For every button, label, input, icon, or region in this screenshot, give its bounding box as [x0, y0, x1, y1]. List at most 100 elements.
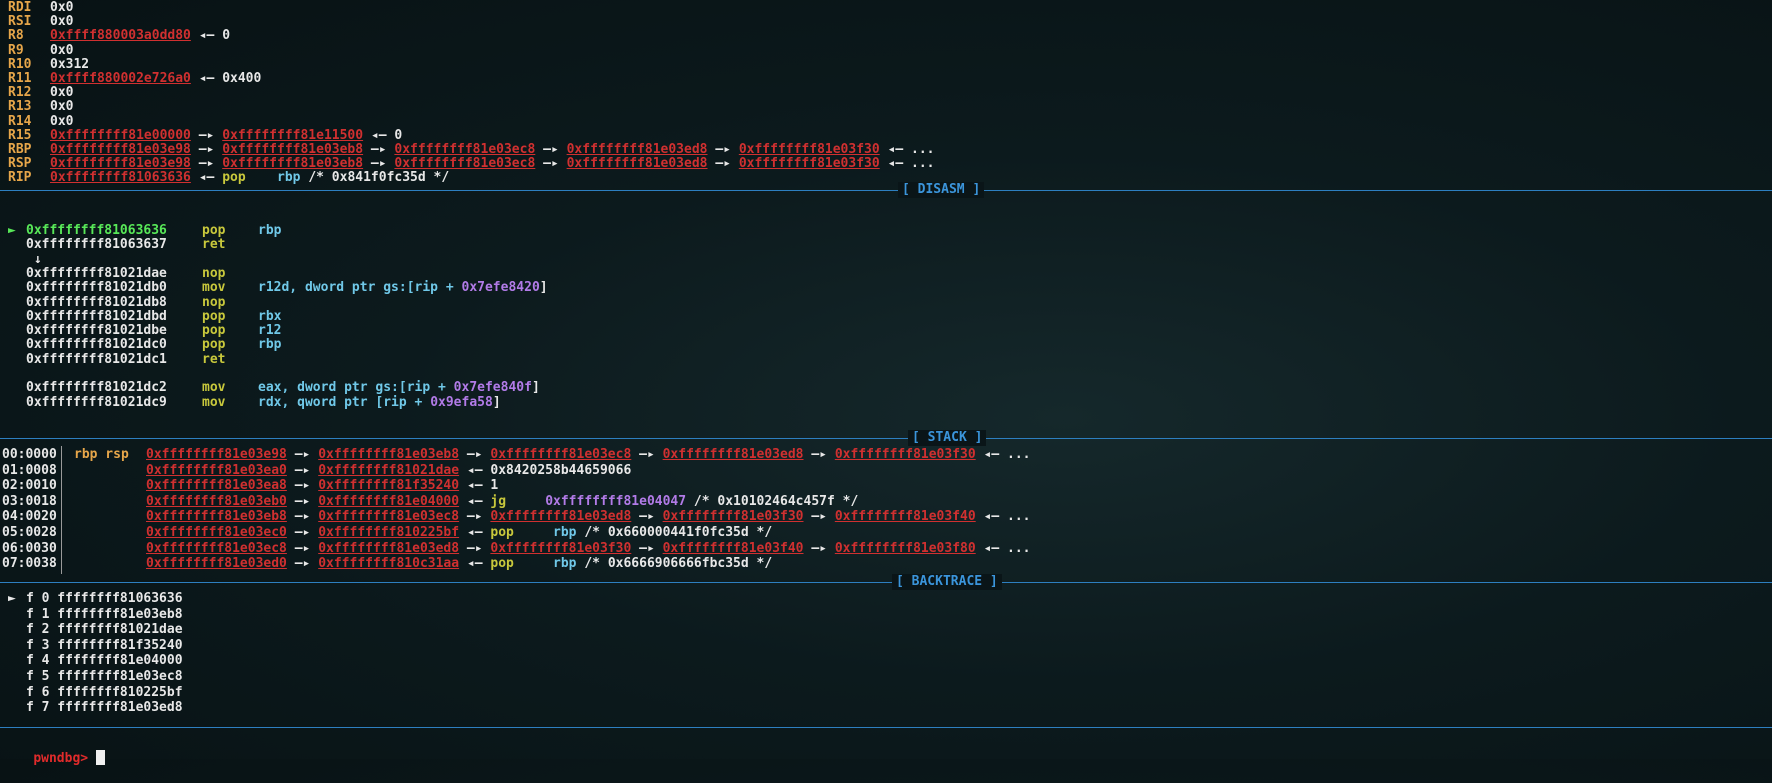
pointer-link[interactable]: 0xffffffff81e03f40	[835, 509, 976, 524]
pointer-link[interactable]: 0xffffffff81e03ea8	[146, 478, 287, 493]
frame-text: f 7 ffffffff81e03ed8	[26, 700, 183, 716]
stack-offset: 06:0030	[2, 540, 57, 556]
pointer-link[interactable]: 0xffffffff81e03ed8	[567, 156, 708, 171]
register-text: 0x0	[50, 85, 74, 101]
pointer-link[interactable]: 0xffffffff81e03f30	[739, 156, 880, 171]
pointer-link[interactable]: 0xffffffff81e03ec8	[490, 447, 631, 462]
frame-text: f 4 ffffffff81e04000	[26, 653, 183, 669]
stack-value-chain: 0xffffffff81e03eb8 —▸ 0xffffffff81e03ec8…	[146, 509, 1031, 525]
stack-offset: 05:0028	[2, 525, 57, 540]
pointer-link[interactable]: 0xffffffff81e03eb8	[146, 509, 287, 524]
operand-bracket: ]	[531, 380, 540, 396]
deref-arrow: —▸	[707, 156, 739, 172]
register-text: 0x0	[50, 42, 74, 58]
pointer-link[interactable]: 0xffffffff81e03ec8	[318, 509, 459, 524]
pointer-link[interactable]: 0xffffffff81e03f30	[490, 541, 631, 556]
pointer-link[interactable]: 0xffffffff81e03f30	[835, 447, 976, 462]
command-line[interactable]: pwndbg>	[2, 734, 105, 766]
pointer-link[interactable]: 0xffffffff81f35240	[318, 478, 459, 493]
deref-arrow: —▸	[459, 509, 491, 525]
deref-tail: ◂— 1	[459, 478, 499, 494]
pointer-link[interactable]: 0xffffffff81e03ec8	[394, 142, 535, 157]
pointer-link[interactable]: 0xffffffff81e03ec8	[394, 156, 535, 171]
deref-arrow: —▸	[286, 540, 319, 556]
pointer-link[interactable]: 0xffffffff81e03ed8	[663, 447, 804, 462]
instruction-operands: rbp	[258, 223, 281, 239]
deref-arrow: —▸	[803, 540, 835, 556]
deref-arrow: —▸	[286, 556, 319, 572]
instruction-address: 0xffffffff81021dc9	[26, 394, 167, 410]
pointer-link[interactable]: 0xffffffff81e03ed0	[146, 556, 287, 571]
instruction-mnemonic: mov	[202, 394, 226, 410]
register-text: 0x0	[50, 14, 74, 30]
pointer-link[interactable]: 0xffffffff81e03f80	[835, 541, 976, 556]
stack-value-chain: 0xffffffff81e03eb0 —▸ 0xffffffff81e04000…	[146, 493, 859, 509]
stack-value-chain: 0xffffffff81e03e98 —▸ 0xffffffff81e03eb8…	[146, 447, 1031, 463]
pointer-link[interactable]: 0xffffffff81e03f40	[663, 541, 804, 556]
deref-arrow: —▸	[190, 156, 223, 172]
register-name: RIP	[8, 170, 32, 186]
pointer-link[interactable]: 0xffffffff81e03ec0	[146, 525, 287, 540]
pointer-link[interactable]: 0xffffffff81e11500	[222, 128, 363, 143]
pointer-link[interactable]: 0xffffffff81e03eb8	[318, 447, 459, 462]
deref-arrow: —▸	[286, 525, 319, 540]
instruction-operand: rbp	[258, 223, 282, 238]
pointer-link[interactable]: 0xffffffff81e04000	[318, 494, 459, 509]
instruction-mnemonic: ret	[202, 237, 226, 253]
instruction-comment: /* 0x660000441f0fc35d */	[576, 525, 773, 540]
deref-arrow: —▸	[286, 447, 319, 462]
deref-arrow: —▸	[190, 127, 223, 143]
stack-offset-divider	[61, 446, 62, 574]
terminal-window[interactable]: RDI 0x0 RSI 0x0 R8 0xffff880003a0dd80 ◂— 0 R9 0…	[0, 0, 1772, 766]
instruction-operand: r12d, dword ptr gs:[rip +	[258, 280, 462, 296]
pointer-link[interactable]: 0xffffffff81e03eb8	[222, 142, 363, 157]
text-cursor[interactable]	[95, 750, 105, 765]
pointer-link[interactable]: 0xffffffff81e03f30	[663, 509, 804, 524]
pointer-link[interactable]: 0xffffffff81e03ea0	[146, 463, 287, 478]
pointer-link[interactable]: 0xffffffff81e03e98	[50, 142, 191, 157]
instruction-mnemonic: pop	[490, 525, 514, 540]
instruction-mnemonic: jg	[490, 493, 507, 509]
instruction-comment: /* 0x10102464c457f */	[686, 493, 859, 509]
pointer-link[interactable]: 0xffffffff81021dae	[318, 463, 459, 478]
pointer-link[interactable]: 0xffffffff81e03ed8	[567, 142, 708, 157]
pointer-link[interactable]: 0xffffffff810225bf	[318, 525, 459, 540]
register-text: 0x0	[50, 0, 74, 15]
stack-value-chain: 0xffffffff81e03ea8 —▸ 0xffffffff81f35240…	[146, 478, 498, 494]
deref-arrow: —▸	[631, 447, 663, 462]
instruction-operand: rbp	[553, 525, 577, 540]
register-value: 0xffff880002e726a0 ◂— 0x400	[50, 71, 261, 87]
deref-arrow: —▸	[286, 462, 319, 478]
pointer-link[interactable]: 0xffff880003a0dd80	[50, 28, 191, 43]
instruction-operand: rbp	[258, 337, 282, 353]
instruction-offset: 0x7efe840f	[453, 380, 532, 396]
pointer-link[interactable]: 0xffffffff81e03f30	[739, 142, 880, 157]
pointer-link[interactable]: 0xffffffff810c31aa	[318, 556, 459, 571]
pointer-link[interactable]: 0xffffffff81e03ed8	[318, 541, 459, 556]
instruction-operand: rbp	[553, 556, 577, 572]
register-text: 0x0	[50, 99, 74, 115]
deref-arrow: —▸	[363, 156, 395, 172]
pointer-link[interactable]: 0xffffffff81e03eb8	[222, 156, 363, 171]
pointer-link[interactable]: 0xffff880002e726a0	[50, 71, 191, 86]
pointer-link[interactable]: 0xffffffff81e03e98	[146, 447, 287, 462]
deref-arrow: —▸	[803, 447, 835, 462]
operand-bracket: ]	[492, 394, 501, 410]
deref-tail: ◂— ...	[975, 540, 1031, 556]
instruction-operands: rbp	[258, 337, 281, 353]
current-frame-marker-icon: ►	[8, 591, 16, 606]
backtrace-header: [ BACKTRACE ]	[892, 574, 1002, 590]
pointer-link[interactable]: 0xffffffff81e03e98	[50, 156, 191, 171]
instruction-operand: eax, dword ptr gs:[rip +	[258, 380, 454, 396]
pointer-link[interactable]: 0xffffffff81e00000	[50, 128, 191, 143]
stack-value-chain: 0xffffffff81e03ec8 —▸ 0xffffffff81e03ed8…	[146, 541, 1031, 557]
pointer-link[interactable]: 0xffffffff81063636	[50, 170, 191, 185]
pointer-link[interactable]: 0xffffffff81e03ed8	[490, 509, 631, 524]
stack-offset: 03:0018	[2, 493, 57, 509]
pointer-link[interactable]: 0xffffffff81e03ec8	[146, 541, 287, 556]
deref-tail: ◂— 0x400	[190, 71, 262, 86]
deref-arrow: —▸	[631, 509, 663, 525]
stack-separator	[0, 438, 1772, 439]
pointer-link[interactable]: 0xffffffff81e03eb0	[146, 494, 287, 509]
deref-tail: ◂— ...	[879, 156, 935, 172]
